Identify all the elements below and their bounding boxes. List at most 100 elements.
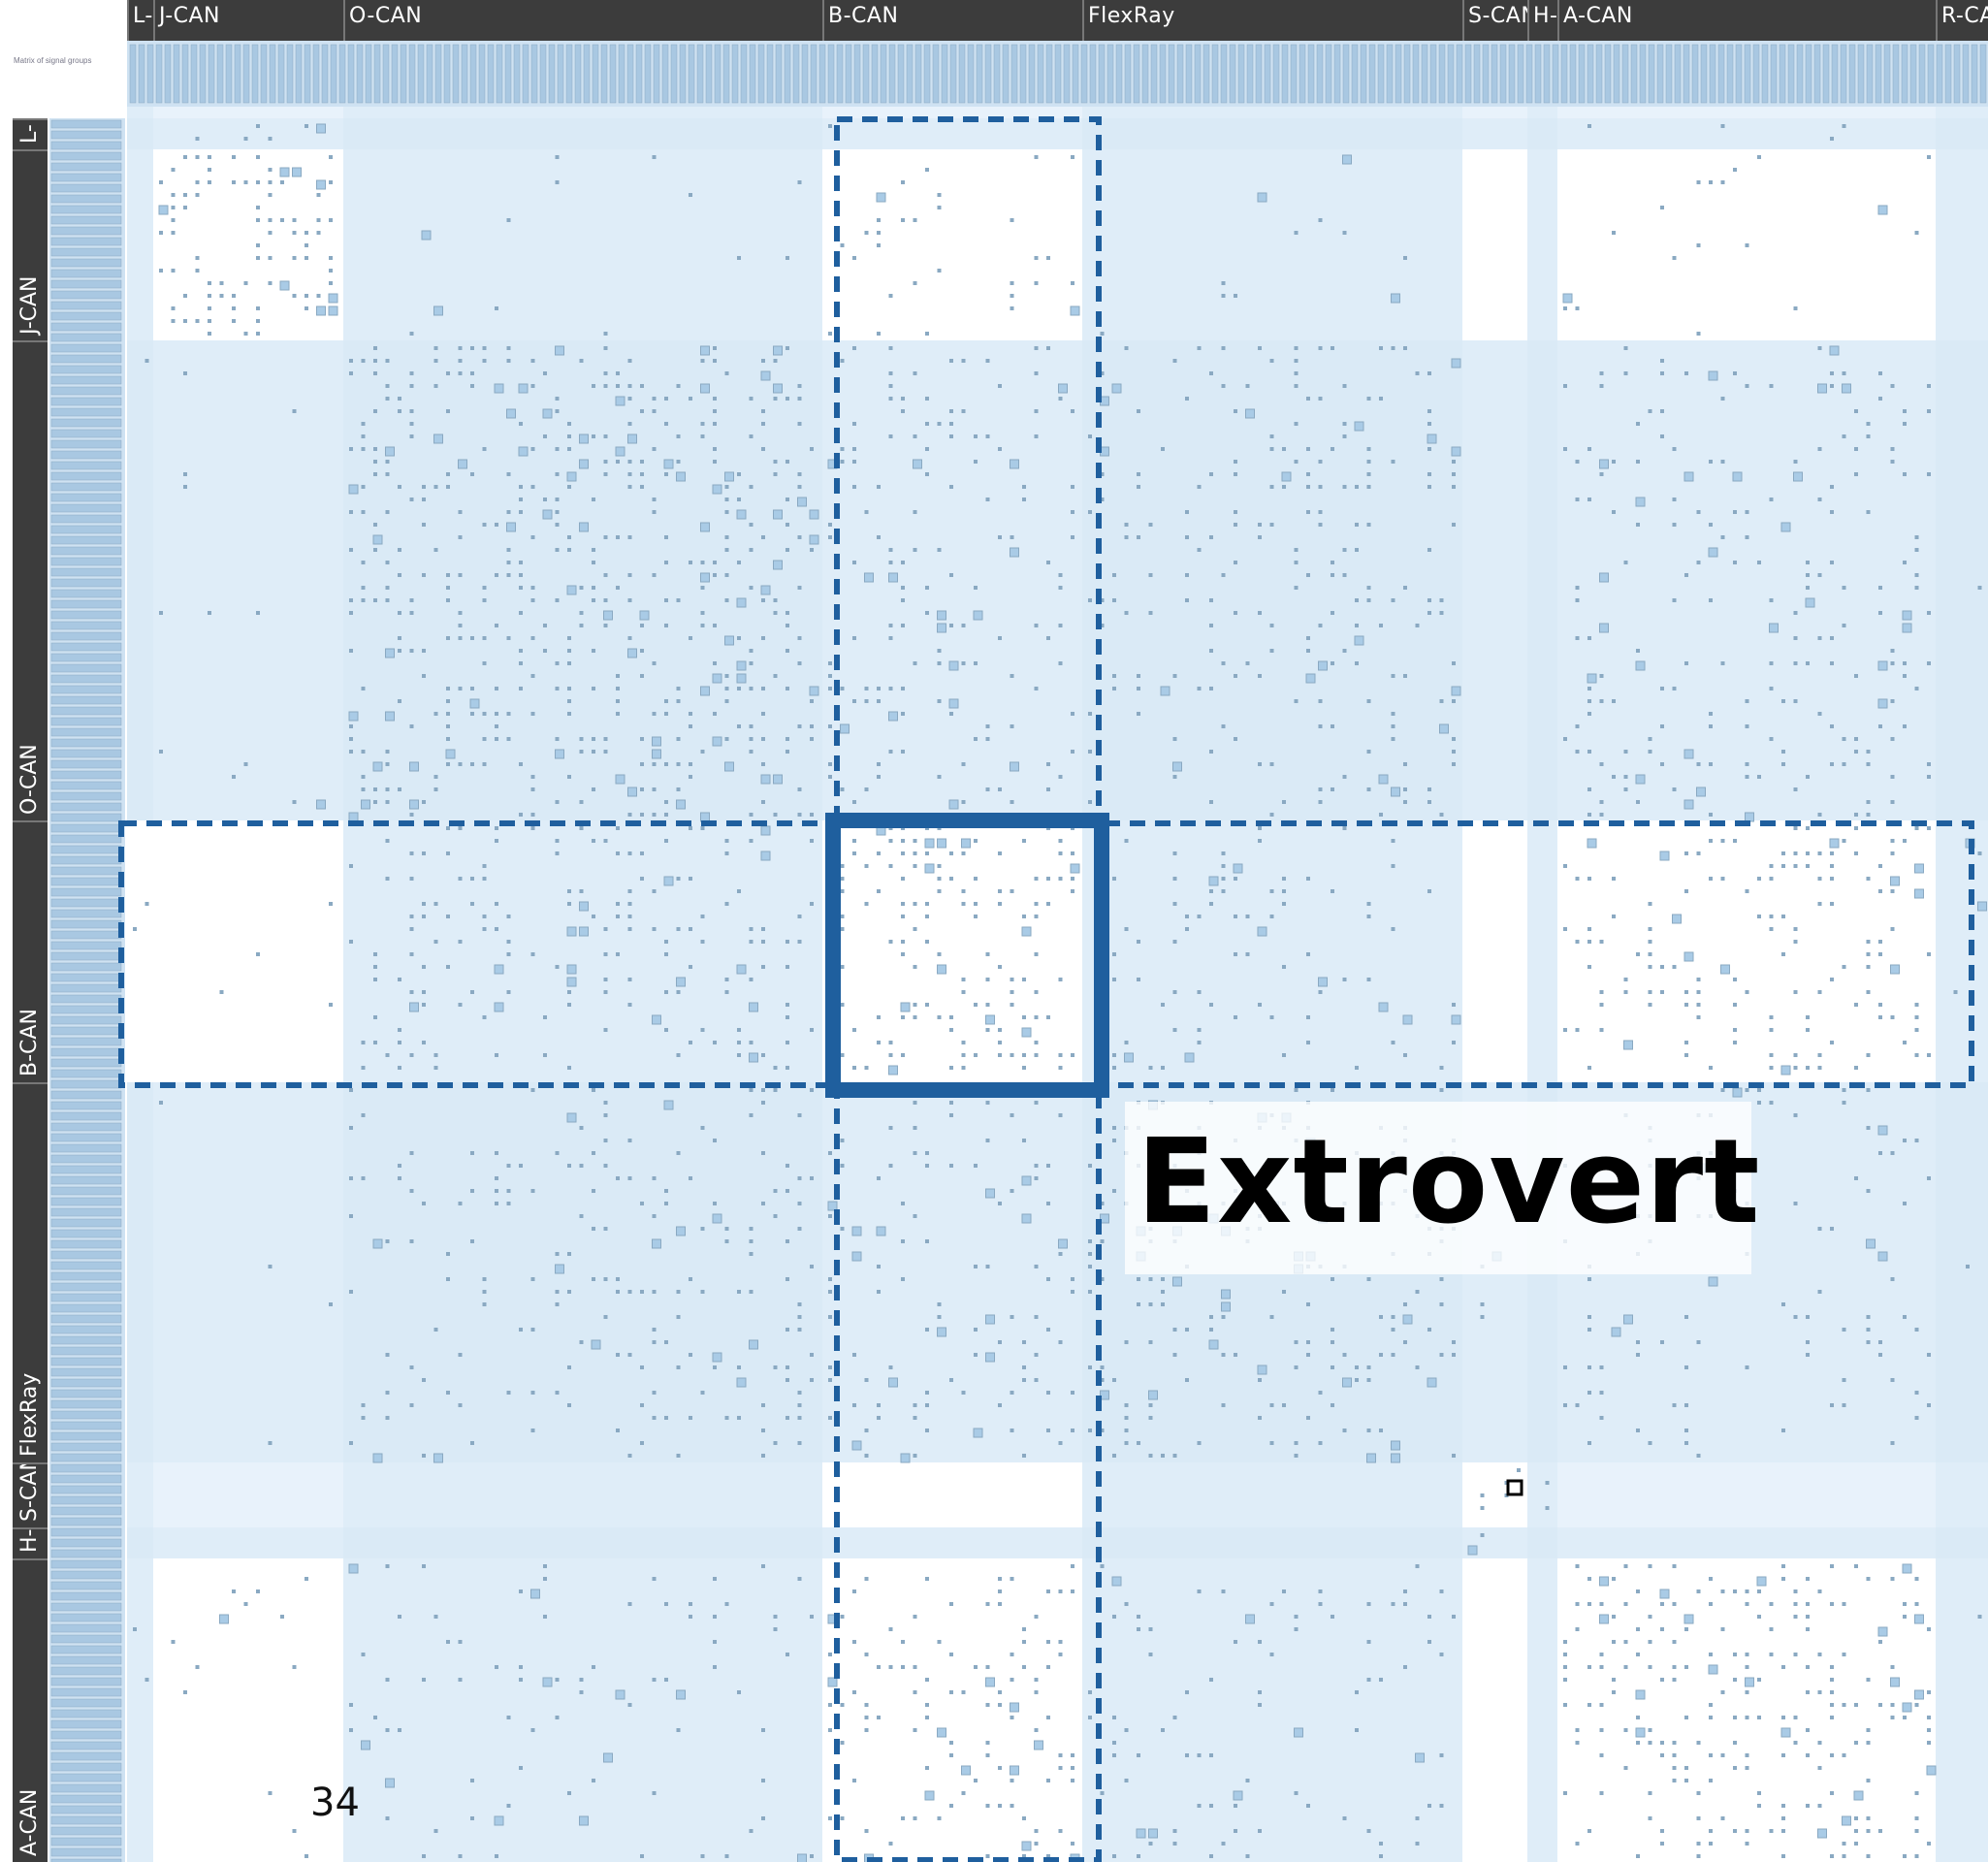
matrix-cell bbox=[458, 1640, 463, 1644]
matrix-cell bbox=[888, 1377, 898, 1388]
matrix-cell bbox=[913, 1126, 917, 1130]
matrix-cell bbox=[949, 1602, 953, 1606]
column-tick bbox=[1351, 44, 1359, 104]
matrix-cell bbox=[1161, 1066, 1165, 1070]
matrix-cell bbox=[828, 1151, 832, 1155]
matrix-cell bbox=[913, 281, 917, 285]
matrix-cell bbox=[1366, 1429, 1371, 1432]
matrix-cell bbox=[1757, 775, 1761, 779]
matrix-cell bbox=[724, 548, 729, 552]
matrix-cell bbox=[998, 787, 1002, 791]
matrix-cell bbox=[1058, 1252, 1063, 1256]
matrix-cell bbox=[1769, 1028, 1774, 1032]
matrix-cell bbox=[852, 1589, 856, 1593]
matrix-cell bbox=[797, 1202, 802, 1205]
matrix-cell bbox=[689, 826, 692, 830]
matrix-cell bbox=[627, 573, 632, 577]
matrix-cell bbox=[810, 902, 814, 906]
matrix-cell bbox=[1318, 624, 1323, 627]
matrix-cell bbox=[1480, 1533, 1485, 1537]
matrix-cell bbox=[797, 813, 802, 817]
matrix-cell bbox=[852, 460, 856, 464]
matrix-cell bbox=[1010, 1653, 1014, 1656]
matrix-cell bbox=[901, 952, 905, 956]
matrix-cell bbox=[737, 1365, 741, 1369]
matrix-cell bbox=[773, 1189, 778, 1193]
matrix-cell bbox=[1403, 674, 1407, 678]
matrix-cell bbox=[1197, 548, 1202, 552]
matrix-cell bbox=[1781, 1753, 1785, 1757]
matrix-cell bbox=[1058, 573, 1063, 577]
matrix-cell bbox=[1245, 1614, 1255, 1624]
matrix-cell bbox=[1046, 1665, 1050, 1669]
matrix-cell bbox=[1160, 686, 1170, 696]
matrix-cell bbox=[616, 1353, 620, 1357]
matrix-cell bbox=[579, 901, 589, 912]
matrix-cell bbox=[361, 799, 370, 810]
matrix-cell bbox=[555, 1302, 560, 1306]
matrix-cell bbox=[913, 218, 917, 222]
matrix-cell bbox=[689, 927, 692, 931]
matrix-cell bbox=[797, 535, 802, 539]
matrix-cell bbox=[724, 598, 729, 602]
matrix-cell bbox=[446, 598, 450, 602]
matrix-cell bbox=[700, 1028, 705, 1032]
matrix-cell bbox=[592, 1277, 595, 1281]
matrix-cell bbox=[1427, 485, 1431, 489]
matrix-cell bbox=[676, 699, 681, 703]
matrix-cell bbox=[1234, 877, 1237, 881]
row-tick bbox=[50, 418, 122, 428]
matrix-cell bbox=[482, 877, 487, 881]
matrix-cell bbox=[852, 1353, 856, 1357]
matrix-cell bbox=[925, 851, 929, 855]
matrix-cell bbox=[495, 1854, 498, 1858]
matrix-cell bbox=[864, 1454, 869, 1458]
row-tick bbox=[50, 1239, 122, 1249]
matrix-cell bbox=[1439, 813, 1444, 817]
matrix-cell bbox=[1046, 636, 1050, 640]
matrix-cell bbox=[373, 978, 377, 981]
matrix-cell bbox=[1088, 1290, 1092, 1294]
matrix-cell bbox=[603, 839, 608, 843]
matrix-cell bbox=[1355, 598, 1359, 602]
matrix-cell bbox=[1587, 1365, 1591, 1369]
matrix-cell bbox=[329, 269, 333, 273]
matrix-cell bbox=[1635, 1689, 1646, 1700]
matrix-cell bbox=[1010, 724, 1014, 728]
matrix-cell bbox=[1587, 636, 1591, 640]
matrix-cell bbox=[1683, 1614, 1694, 1624]
matrix-cell bbox=[446, 472, 450, 476]
matrix-cell bbox=[1830, 724, 1834, 728]
matrix-cell bbox=[1355, 1365, 1359, 1369]
matrix-cell bbox=[961, 1391, 966, 1395]
empty-block bbox=[153, 820, 343, 1082]
column-tick bbox=[653, 44, 660, 104]
matrix-cell bbox=[256, 611, 260, 615]
matrix-cell bbox=[1366, 1829, 1371, 1833]
matrix-cell bbox=[232, 155, 236, 159]
matrix-cell bbox=[1660, 409, 1664, 413]
matrix-cell bbox=[433, 712, 438, 716]
matrix-cell bbox=[1842, 1378, 1846, 1382]
matrix-cell bbox=[864, 787, 869, 791]
row-tick bbox=[50, 493, 122, 502]
matrix-cell bbox=[1890, 699, 1895, 703]
column-tick bbox=[906, 44, 914, 104]
matrix-cell bbox=[1137, 712, 1140, 716]
matrix-cell bbox=[398, 397, 401, 401]
matrix-cell bbox=[700, 345, 710, 356]
row-tick bbox=[50, 482, 122, 492]
empty-block bbox=[822, 149, 1082, 340]
matrix-cell bbox=[1112, 952, 1116, 956]
matrix-cell bbox=[664, 1028, 668, 1032]
matrix-cell bbox=[888, 1164, 893, 1168]
matrix-cell bbox=[1010, 889, 1014, 893]
matrix-cell bbox=[1745, 1829, 1749, 1833]
matrix-cell bbox=[385, 750, 390, 754]
matrix-cell bbox=[1720, 839, 1725, 843]
matrix-cell bbox=[555, 851, 560, 855]
matrix-cell bbox=[555, 472, 560, 476]
column-tick bbox=[234, 44, 241, 104]
matrix-cell bbox=[1209, 889, 1213, 893]
matrix-cell bbox=[1793, 787, 1798, 791]
